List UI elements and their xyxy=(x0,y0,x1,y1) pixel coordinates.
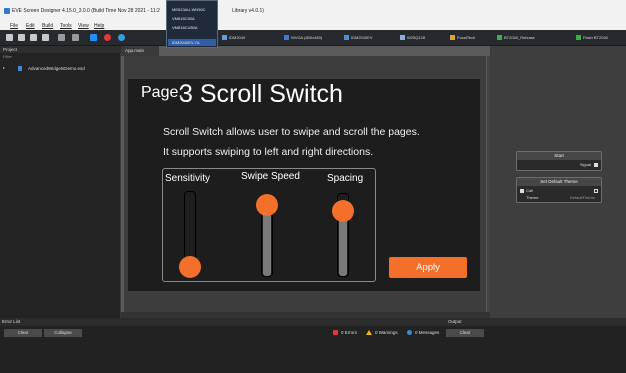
redo-icon[interactable] xyxy=(72,34,79,41)
device-option-selected[interactable]: IDM2040EV-7A xyxy=(168,39,216,46)
start-node[interactable]: Start Signal xyxy=(516,151,602,171)
toolbar-flash-chip[interactable]: W25Q128 xyxy=(400,34,425,42)
start-node-port-icon[interactable] xyxy=(594,163,598,167)
output-title: Output xyxy=(448,319,462,324)
project-file-icon xyxy=(18,66,22,71)
theme-node-theme-label: Theme xyxy=(526,195,539,200)
error-count[interactable]: 0 Errors xyxy=(341,330,357,335)
theme-node-value[interactable]: DefaultTheme xyxy=(570,195,595,200)
toolbar-flash-button[interactable]: Flash BT2040 xyxy=(576,34,608,42)
slider-label-swipe-speed: Swipe Speed xyxy=(241,171,300,182)
toolbar: IDM2040 WVGA (800x480) IDM2040EV W25Q128… xyxy=(0,30,626,46)
warning-count[interactable]: 0 Warnings xyxy=(375,330,398,335)
sensitivity-slider-knob[interactable] xyxy=(179,256,201,278)
app-icon xyxy=(4,8,10,14)
project-tree-item[interactable]: AdvancedWidgetsDemo.esd xyxy=(28,66,85,71)
undo-icon[interactable] xyxy=(58,34,65,41)
device-option[interactable]: VM816C50A xyxy=(172,16,195,21)
project-filter-label[interactable]: Filter xyxy=(3,54,12,59)
menu-tools[interactable]: Tools xyxy=(60,23,72,29)
chip-icon xyxy=(400,35,405,40)
window-title-tail: Library v4.0.1) xyxy=(232,8,264,14)
start-node-port: Signal xyxy=(579,162,591,167)
page-title: 3 Scroll Switch xyxy=(179,80,343,108)
message-count[interactable]: 0 Messages xyxy=(415,330,439,335)
logic-panel: Start Signal Set Default Theme Call Them… xyxy=(490,46,626,318)
toolbar-resolution[interactable]: WVGA (800x480) xyxy=(284,34,322,42)
toolbar-board[interactable]: IDM2040EV xyxy=(344,34,373,42)
window-title: EVE Screen Designer 4.15.0_3.0.0 (Build … xyxy=(12,8,160,14)
description-line-1: Scroll Switch allows user to swipe and s… xyxy=(163,126,420,138)
build-icon[interactable] xyxy=(90,34,97,41)
bottom-panel-header xyxy=(0,318,626,326)
new-file-icon[interactable] xyxy=(6,34,13,41)
theme-node-call: Call xyxy=(526,188,533,193)
stop-icon[interactable] xyxy=(104,34,111,41)
theme-node-title: Set Default Theme xyxy=(517,178,601,186)
project-panel: Project Filter ▸ AdvancedWidgetsDemo.esd xyxy=(0,46,121,318)
menu-file[interactable]: File xyxy=(10,23,18,29)
info-icon xyxy=(407,330,412,335)
expand-arrow-icon[interactable]: ▸ xyxy=(3,65,7,70)
flash-icon xyxy=(576,35,581,40)
tab-app-main[interactable]: App.main xyxy=(121,46,159,56)
spacing-slider-knob[interactable] xyxy=(332,199,354,222)
collapse-button[interactable]: Collapse xyxy=(44,329,82,337)
device-option[interactable]: VM816CU50A xyxy=(172,25,198,30)
set-default-theme-node[interactable]: Set Default Theme Call Theme DefaultThem… xyxy=(516,177,602,203)
open-file-icon[interactable] xyxy=(18,34,25,41)
clear-output-button[interactable]: Clear xyxy=(446,329,484,337)
slider-label-sensitivity: Sensitivity xyxy=(165,173,211,184)
clear-errors-button[interactable]: Clear xyxy=(4,329,42,337)
device-icon xyxy=(222,35,227,40)
swipe-speed-slider-knob[interactable] xyxy=(256,194,278,216)
title-bar: EVE Screen Designer 4.15.0_3.0.0 (Build … xyxy=(0,0,626,22)
bottom-panel: Error List Clear Collapse 0 Errors 0 War… xyxy=(0,318,626,373)
save-icon[interactable] xyxy=(30,34,37,41)
apply-button[interactable]: Apply xyxy=(389,257,467,278)
toolbar-build-config[interactable]: BT2040_Release xyxy=(497,34,535,42)
tab-label: App.main xyxy=(125,48,145,53)
theme-node-call-icon[interactable] xyxy=(520,189,524,193)
toolbar-device[interactable]: IDM2040 xyxy=(222,34,245,42)
page-label: Page: xyxy=(141,84,183,101)
device-option[interactable]: ME813AU-WH50C xyxy=(172,7,206,12)
menu-bar: File Edit Build Tools View Help xyxy=(0,22,626,30)
toolbar-touch[interactable]: FocalTech xyxy=(450,34,475,42)
touch-icon xyxy=(450,35,455,40)
menu-build[interactable]: Build xyxy=(42,23,53,29)
config-icon xyxy=(497,35,502,40)
error-list-title: Error List xyxy=(2,319,21,324)
slider-label-spacing: Spacing xyxy=(327,173,364,184)
warning-icon xyxy=(366,330,372,335)
screen-icon xyxy=(284,35,289,40)
menu-view[interactable]: View xyxy=(78,23,89,29)
menu-edit[interactable]: Edit xyxy=(26,23,35,29)
run-icon[interactable] xyxy=(118,34,125,41)
project-panel-header: Project xyxy=(0,46,121,53)
save-all-icon[interactable] xyxy=(42,34,49,41)
description-line-2: It supports swiping to left and right di… xyxy=(163,146,374,158)
board-icon xyxy=(344,35,349,40)
theme-node-out-icon[interactable] xyxy=(594,189,598,193)
device-dropdown-list[interactable]: ME813AU-WH50C VM816C50A VM816CU50A IDM20… xyxy=(166,0,218,48)
start-node-title: Start xyxy=(517,152,601,160)
error-icon xyxy=(333,330,338,335)
menu-help[interactable]: Help xyxy=(94,23,104,29)
